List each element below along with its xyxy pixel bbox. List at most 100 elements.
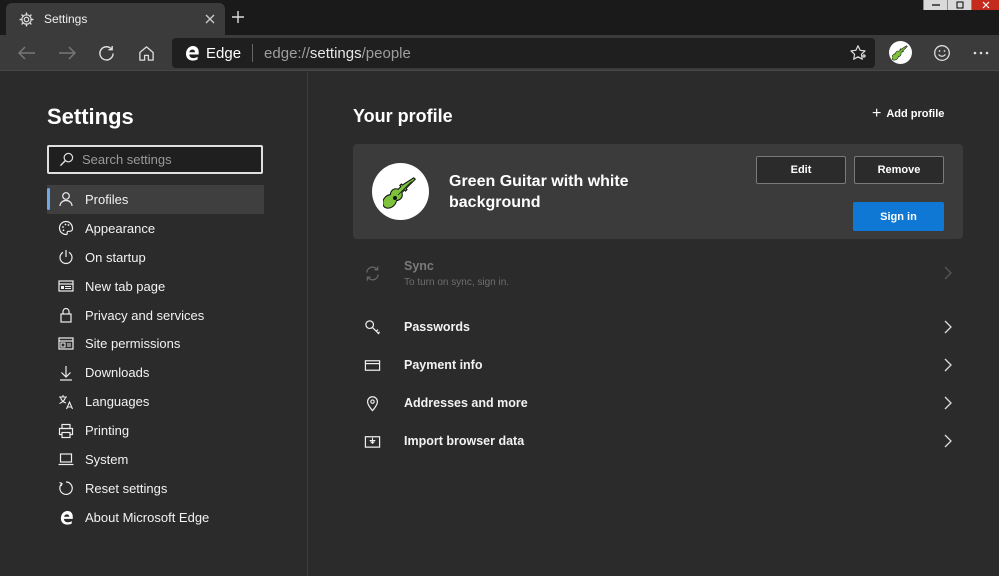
profile-avatar: [372, 163, 429, 220]
sidebar-item-profiles[interactable]: Profiles: [47, 185, 264, 214]
payment-info-row[interactable]: Payment info: [353, 346, 963, 384]
sync-row: Sync To turn on sync, sign in.: [353, 255, 963, 297]
address-bar[interactable]: Edge edge://settings/people: [172, 38, 875, 68]
more-menu-button[interactable]: [968, 40, 994, 66]
settings-sidebar: Settings Profiles Appearance On startup …: [0, 72, 308, 576]
home-button[interactable]: [133, 40, 159, 66]
tab-strip: Settings: [0, 0, 999, 35]
edge-logo-icon: [186, 46, 199, 61]
sidebar-item-printing[interactable]: Printing: [47, 416, 264, 445]
minimize-button[interactable]: [923, 0, 947, 10]
sidebar-item-reset-settings[interactable]: Reset settings: [47, 474, 264, 503]
import-data-row[interactable]: Import browser data: [353, 422, 963, 460]
sync-description: To turn on sync, sign in.: [404, 277, 510, 288]
url-path: /people: [361, 44, 411, 62]
laptop-icon: [58, 451, 74, 467]
plus-icon: [232, 11, 244, 23]
sync-label: Sync: [404, 259, 434, 273]
addresses-row[interactable]: Addresses and more: [353, 384, 963, 422]
sidebar-item-appearance[interactable]: Appearance: [47, 214, 264, 243]
lock-icon: [58, 307, 74, 323]
sidebar-item-on-startup[interactable]: On startup: [47, 243, 264, 272]
edit-profile-button[interactable]: Edit: [756, 156, 846, 184]
address-bar-divider: [252, 44, 254, 62]
sidebar-item-label: Downloads: [85, 365, 150, 381]
gear-icon: [18, 11, 34, 27]
card-icon: [363, 356, 381, 374]
search-input[interactable]: [82, 152, 242, 167]
row-label: Payment info: [404, 358, 483, 372]
profile-avatar-button[interactable]: [889, 41, 912, 64]
sidebar-item-site-permissions[interactable]: Site permissions: [47, 329, 264, 358]
window-controls: [923, 0, 999, 10]
address-bar-brand: Edge: [206, 44, 242, 62]
sidebar-item-system[interactable]: System: [47, 445, 264, 474]
plus-icon: +: [872, 105, 882, 122]
reset-icon: [58, 480, 74, 496]
sign-in-button[interactable]: Sign in: [853, 202, 944, 231]
passwords-row[interactable]: Passwords: [353, 308, 963, 346]
url-scheme: edge://: [264, 44, 310, 62]
toolbar: Edge edge://settings/people: [0, 35, 999, 71]
sidebar-item-label: Appearance: [85, 220, 156, 236]
import-icon: [363, 432, 381, 450]
sync-icon: [363, 264, 381, 282]
person-icon: [58, 191, 74, 207]
refresh-button[interactable]: [93, 40, 119, 66]
sidebar-nav: Profiles Appearance On startup New tab p…: [47, 185, 264, 532]
sidebar-item-label: New tab page: [85, 278, 166, 294]
row-label: Addresses and more: [404, 396, 528, 410]
profile-card: Green Guitar with white background Edit …: [353, 144, 963, 239]
ellipsis-icon: [973, 51, 989, 55]
new-tab-button[interactable]: [228, 6, 248, 28]
window-close-button[interactable]: [971, 0, 999, 10]
tab-title: Settings: [44, 12, 88, 26]
chevron-right-icon: [944, 434, 952, 448]
sidebar-item-label: Printing: [85, 423, 130, 439]
newtab-icon: [58, 278, 74, 294]
edge-logo-icon: [58, 509, 74, 525]
forward-button[interactable]: [54, 40, 80, 66]
back-button[interactable]: [14, 40, 40, 66]
row-label: Passwords: [404, 320, 471, 334]
add-profile-button[interactable]: + Add profile: [872, 105, 945, 122]
key-icon: [363, 318, 381, 336]
sidebar-item-downloads[interactable]: Downloads: [47, 358, 264, 387]
sidebar-item-label: System: [85, 451, 129, 467]
favorite-star-icon[interactable]: [849, 44, 867, 62]
tab-settings[interactable]: Settings: [6, 3, 225, 35]
sidebar-item-privacy[interactable]: Privacy and services: [47, 301, 264, 330]
sidebar-item-label: Languages: [85, 394, 150, 410]
search-settings-box[interactable]: [47, 145, 263, 174]
sidebar-title: Settings: [47, 104, 134, 129]
close-icon[interactable]: [199, 8, 221, 30]
palette-icon: [58, 220, 74, 236]
sidebar-item-label: On startup: [85, 249, 146, 265]
chevron-right-icon: [944, 320, 952, 334]
address-bar-url: edge://settings/people: [264, 45, 411, 62]
sidebar-item-languages[interactable]: Languages: [47, 387, 264, 416]
printer-icon: [58, 423, 74, 439]
home-icon: [138, 45, 154, 61]
url-host: settings: [309, 44, 362, 62]
row-label: Import browser data: [404, 434, 525, 448]
site-permissions-icon: [58, 336, 74, 352]
download-icon: [58, 365, 74, 381]
smiley-icon: [934, 45, 950, 61]
sidebar-item-new-tab-page[interactable]: New tab page: [47, 272, 264, 301]
chevron-right-icon: [944, 396, 952, 410]
languages-icon: [58, 394, 74, 410]
maximize-button[interactable]: [947, 0, 971, 10]
chevron-right-icon: [944, 266, 952, 280]
page-title: Your profile: [353, 106, 453, 126]
add-profile-label: Add profile: [886, 108, 945, 120]
guitar-icon: [382, 176, 416, 209]
feedback-button[interactable]: [929, 40, 955, 66]
sidebar-item-label: About Microsoft Edge: [85, 509, 210, 525]
remove-profile-button[interactable]: Remove: [854, 156, 944, 184]
forward-arrow-icon: [59, 46, 76, 60]
sidebar-item-label: Privacy and services: [85, 307, 205, 323]
main-content: Your profile + Add profile Green Guitar …: [309, 72, 999, 576]
sidebar-item-about-edge[interactable]: About Microsoft Edge: [47, 503, 264, 532]
guitar-icon: [892, 45, 908, 61]
